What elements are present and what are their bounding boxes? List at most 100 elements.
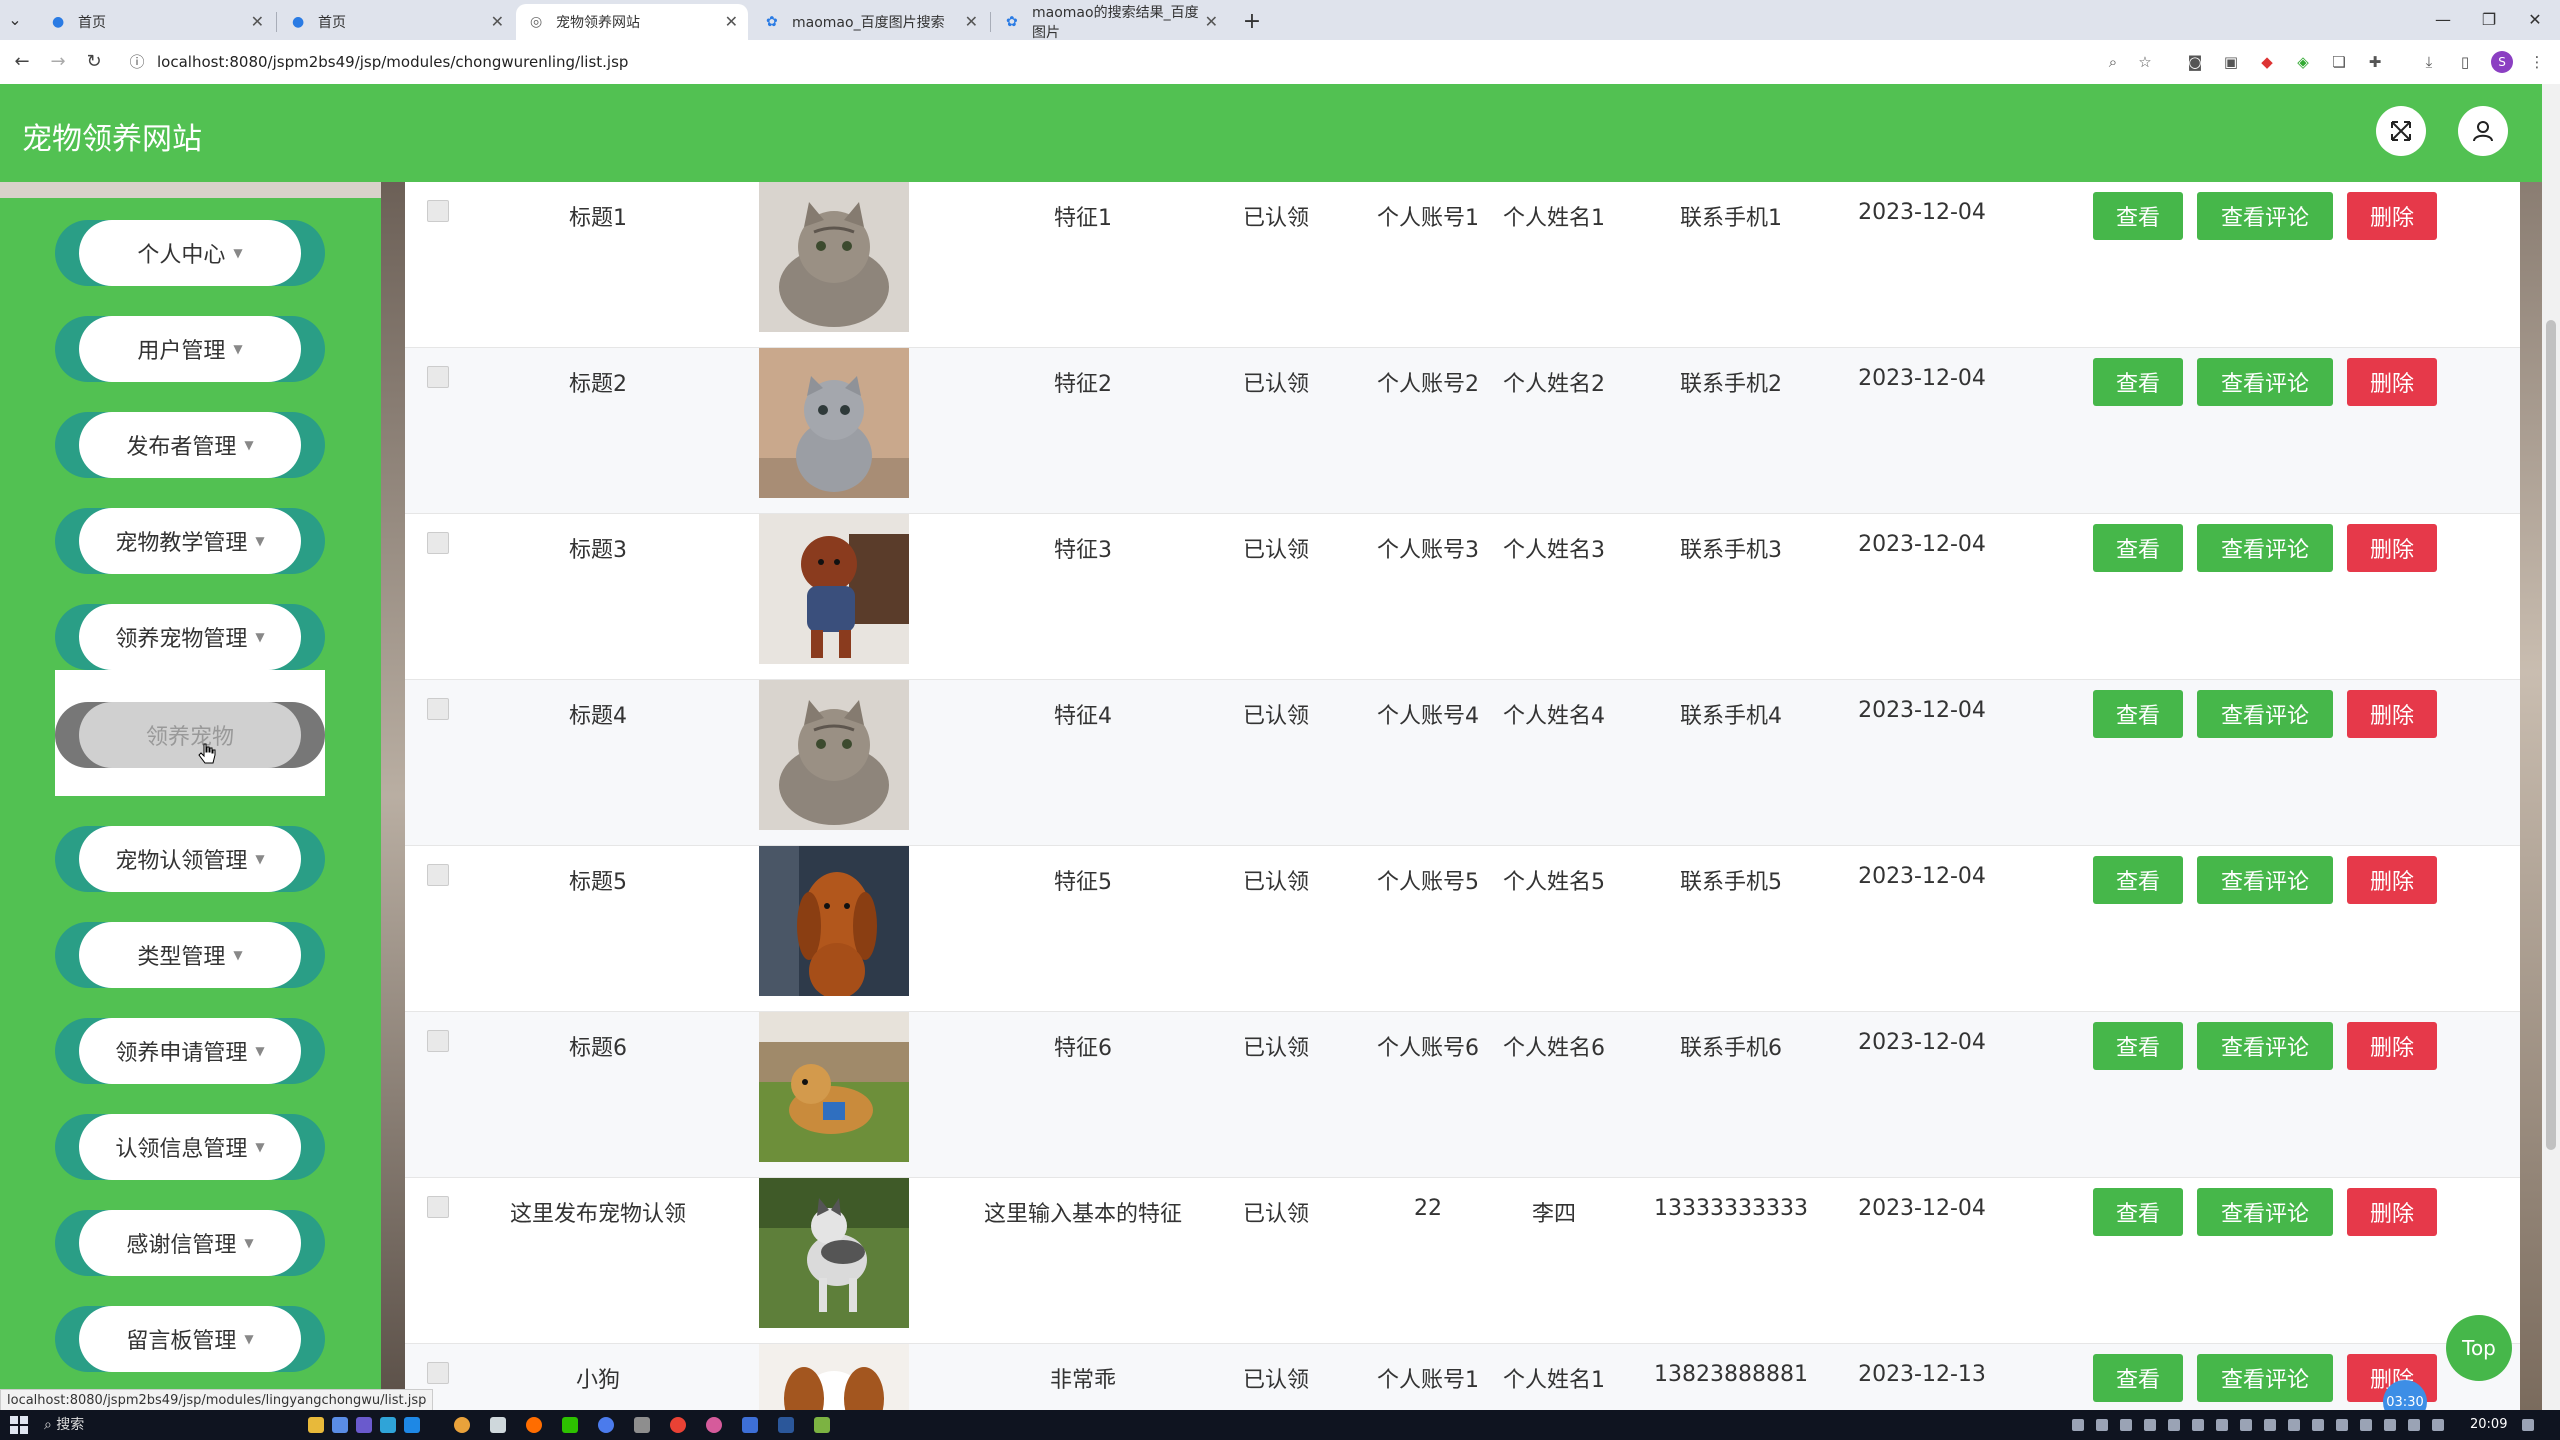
site-info-icon[interactable]: ⓘ bbox=[126, 51, 148, 73]
scrollbar-thumb[interactable] bbox=[2546, 320, 2556, 1150]
file-explorer-icon[interactable] bbox=[308, 1417, 324, 1433]
close-icon[interactable]: ✕ bbox=[251, 12, 264, 31]
sidebar-item-pet-claims[interactable]: 宠物认领管理 ▼ bbox=[55, 826, 325, 892]
green-extension-icon[interactable]: ◈ bbox=[2292, 51, 2314, 73]
submenu-item-adopt-pet[interactable]: 领养宠物 bbox=[55, 702, 325, 768]
tab-baidu-results[interactable]: ✿ maomao的搜索结果_百度图片 ✕ bbox=[992, 4, 1228, 41]
row-checkbox[interactable] bbox=[427, 1362, 449, 1384]
close-window-button[interactable]: ✕ bbox=[2512, 0, 2558, 40]
minimize-button[interactable]: — bbox=[2420, 0, 2466, 40]
maximize-button[interactable]: ❐ bbox=[2466, 0, 2512, 40]
sidebar-item-claim-info[interactable]: 认领信息管理 ▼ bbox=[55, 1114, 325, 1180]
tray-icon[interactable] bbox=[2192, 1419, 2204, 1431]
delete-button[interactable]: 删除 bbox=[2347, 856, 2437, 904]
user-avatar-button[interactable] bbox=[2458, 106, 2508, 156]
image-extension-icon[interactable]: ▣ bbox=[2220, 51, 2242, 73]
close-icon[interactable]: ✕ bbox=[491, 12, 504, 31]
copy-extension-icon[interactable]: ❏ bbox=[2328, 51, 2350, 73]
new-tab-button[interactable]: + bbox=[1234, 4, 1270, 40]
app-icon[interactable] bbox=[706, 1417, 722, 1433]
bookmark-star-icon[interactable]: ☆ bbox=[2134, 51, 2156, 73]
sidebar-item-publishers[interactable]: 发布者管理 ▼ bbox=[55, 412, 325, 478]
app-icon[interactable] bbox=[526, 1417, 542, 1433]
view-button[interactable]: 查看 bbox=[2093, 1022, 2183, 1070]
view-button[interactable]: 查看 bbox=[2093, 358, 2183, 406]
view-comments-button[interactable]: 查看评论 bbox=[2197, 1022, 2333, 1070]
tab-pet-site[interactable]: ◎ 宠物领养网站 ✕ bbox=[516, 4, 748, 40]
tray-icon[interactable] bbox=[2240, 1419, 2252, 1431]
download-icon[interactable]: ⤓ bbox=[2418, 51, 2440, 73]
sidebar-item-thank-you-letters[interactable]: 感谢信管理 ▼ bbox=[55, 1210, 325, 1276]
row-checkbox[interactable] bbox=[427, 1196, 449, 1218]
view-comments-button[interactable]: 查看评论 bbox=[2197, 690, 2333, 738]
tray-icon[interactable] bbox=[2336, 1419, 2348, 1431]
app-icon[interactable] bbox=[490, 1417, 506, 1433]
row-checkbox[interactable] bbox=[427, 698, 449, 720]
delete-button[interactable]: 删除 bbox=[2347, 192, 2437, 240]
close-icon[interactable]: ✕ bbox=[1205, 12, 1218, 31]
sidebar-item-pet-teaching[interactable]: 宠物教学管理 ▼ bbox=[55, 508, 325, 574]
row-checkbox[interactable] bbox=[427, 532, 449, 554]
tab-home-2[interactable]: ● 首页 ✕ bbox=[278, 4, 514, 40]
word-icon[interactable] bbox=[778, 1417, 794, 1433]
windows-start-icon[interactable] bbox=[10, 1416, 28, 1434]
row-checkbox[interactable] bbox=[427, 864, 449, 886]
view-comments-button[interactable]: 查看评论 bbox=[2197, 1188, 2333, 1236]
shield-extension-icon[interactable]: ◆ bbox=[2256, 51, 2278, 73]
view-button[interactable]: 查看 bbox=[2093, 690, 2183, 738]
tray-icon[interactable] bbox=[2408, 1419, 2420, 1431]
sidebar-item-types[interactable]: 类型管理 ▼ bbox=[55, 922, 325, 988]
sidebar-item-adopt-applications[interactable]: 领养申请管理 ▼ bbox=[55, 1018, 325, 1084]
taskbar-clock[interactable]: 20:09 bbox=[2470, 1417, 2507, 1432]
address-bar[interactable]: localhost:8080/jspm2bs49/jsp/modules/cho… bbox=[157, 50, 628, 74]
view-comments-button[interactable]: 查看评论 bbox=[2197, 358, 2333, 406]
tray-icon[interactable] bbox=[2360, 1419, 2372, 1431]
sidebar-item-adopt-pets[interactable]: 领养宠物管理 ▼ bbox=[55, 604, 325, 670]
menu-kebab-icon[interactable]: ⋮ bbox=[2526, 51, 2548, 73]
taskbar-search[interactable]: ⌕ 搜索 bbox=[44, 1415, 304, 1435]
camera-extension-icon[interactable]: ◙ bbox=[2184, 51, 2206, 73]
notification-icon[interactable] bbox=[2522, 1419, 2534, 1431]
close-icon[interactable]: ✕ bbox=[725, 12, 738, 31]
app-icon[interactable] bbox=[404, 1417, 420, 1433]
view-button[interactable]: 查看 bbox=[2093, 524, 2183, 572]
tray-icon[interactable] bbox=[2288, 1419, 2300, 1431]
row-checkbox[interactable] bbox=[427, 200, 449, 222]
tray-icon[interactable] bbox=[2384, 1419, 2396, 1431]
side-panel-icon[interactable]: ▯ bbox=[2454, 51, 2476, 73]
row-checkbox[interactable] bbox=[427, 1030, 449, 1052]
view-button[interactable]: 查看 bbox=[2093, 1188, 2183, 1236]
app-icon[interactable] bbox=[332, 1417, 348, 1433]
sidebar-item-message-board[interactable]: 留言板管理 ▼ bbox=[55, 1306, 325, 1372]
app-icon[interactable] bbox=[634, 1417, 650, 1433]
tray-icon[interactable] bbox=[2312, 1419, 2324, 1431]
delete-button[interactable]: 删除 bbox=[2347, 358, 2437, 406]
tray-icon[interactable] bbox=[2264, 1419, 2276, 1431]
tray-icon[interactable] bbox=[2168, 1419, 2180, 1431]
view-button[interactable]: 查看 bbox=[2093, 1354, 2183, 1402]
wechat-icon[interactable] bbox=[562, 1417, 578, 1433]
puzzle-extensions-icon[interactable]: ✚ bbox=[2364, 51, 2386, 73]
tray-icon[interactable] bbox=[2216, 1419, 2228, 1431]
chrome-icon[interactable] bbox=[454, 1417, 470, 1433]
tray-icon[interactable] bbox=[2144, 1419, 2156, 1431]
delete-button[interactable]: 删除 bbox=[2347, 690, 2437, 738]
delete-button[interactable]: 删除 bbox=[2347, 1022, 2437, 1070]
row-checkbox[interactable] bbox=[427, 366, 449, 388]
tray-icon[interactable] bbox=[2120, 1419, 2132, 1431]
tab-search-icon[interactable]: ⌄ bbox=[0, 0, 30, 40]
back-arrow-icon[interactable]: ← bbox=[10, 50, 34, 74]
sidebar-item-personal-center[interactable]: 个人中心 ▼ bbox=[55, 220, 325, 286]
tab-baidu-search[interactable]: ✿ maomao_百度图片搜索 ✕ bbox=[752, 4, 988, 40]
view-button[interactable]: 查看 bbox=[2093, 192, 2183, 240]
delete-button[interactable]: 删除 bbox=[2347, 1188, 2437, 1236]
back-to-top-button[interactable]: Top bbox=[2446, 1315, 2512, 1381]
view-comments-button[interactable]: 查看评论 bbox=[2197, 1354, 2333, 1402]
fullscreen-button[interactable] bbox=[2376, 106, 2426, 156]
profile-avatar[interactable]: S bbox=[2491, 51, 2513, 73]
app-icon[interactable] bbox=[380, 1417, 396, 1433]
view-button[interactable]: 查看 bbox=[2093, 856, 2183, 904]
view-comments-button[interactable]: 查看评论 bbox=[2197, 192, 2333, 240]
view-comments-button[interactable]: 查看评论 bbox=[2197, 856, 2333, 904]
tab-home-1[interactable]: ● 首页 ✕ bbox=[38, 4, 274, 40]
